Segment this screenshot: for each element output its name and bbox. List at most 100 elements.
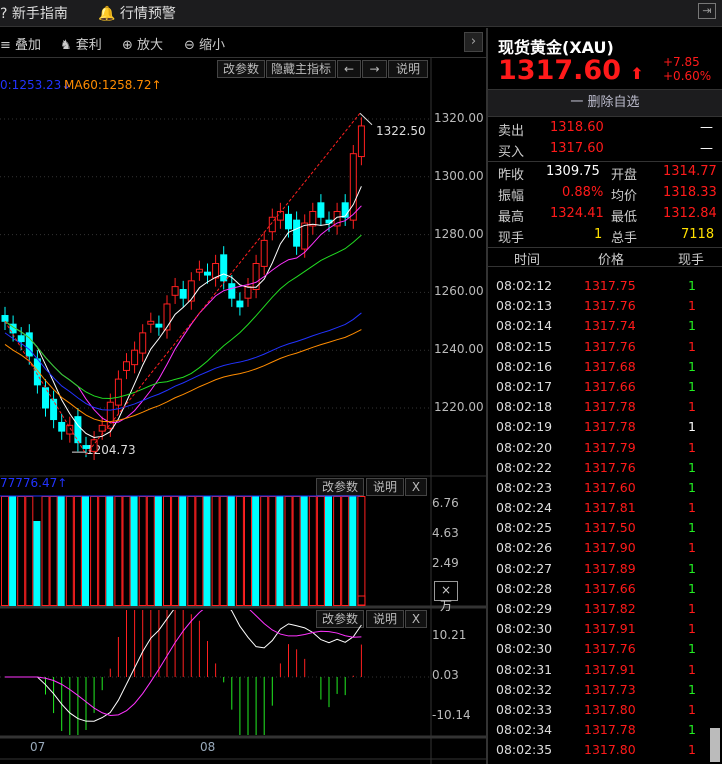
- prev-close-label: 昨收: [498, 168, 525, 183]
- zoom-out-button[interactable]: ⊖ 缩小: [184, 34, 225, 53]
- candle-down: [341, 202, 349, 218]
- tick-volume: 1: [688, 459, 696, 475]
- volume-bar-up: [333, 496, 342, 606]
- volume-bar-up: [138, 496, 147, 606]
- volume-bar-up: [17, 496, 26, 606]
- candle-down: [236, 300, 244, 308]
- volume-bar-down: [82, 496, 89, 606]
- total-volume-label: 总手: [611, 231, 638, 246]
- candle-up: [66, 424, 74, 435]
- tick-volume: 1: [688, 399, 696, 415]
- zoom-in-button[interactable]: ⊕ 放大: [122, 34, 163, 53]
- prev-close-value: 1309.75: [546, 164, 600, 179]
- expand-right-button[interactable]: ›: [464, 32, 483, 52]
- ma20-line: [4, 234, 362, 400]
- sell-volume: —: [700, 120, 713, 135]
- candlestick-chart[interactable]: [0, 58, 432, 478]
- tick-time: 08:02:27: [496, 560, 553, 576]
- volume-bar-up: [235, 496, 244, 606]
- volume-bar-up: [292, 496, 301, 606]
- tick-row: 08:02:35 1317.80 1: [488, 740, 722, 760]
- tick-row: 08:02:16 1317.68 1: [488, 357, 722, 377]
- last-price-value: 1317.60: [498, 55, 621, 86]
- volume-bar-up: [187, 496, 196, 606]
- total-volume-value: 7118: [681, 227, 715, 242]
- volume-bar-up: [357, 595, 366, 606]
- candle-up: [349, 153, 357, 221]
- tick-price: 1317.78: [584, 419, 636, 435]
- tick-row: 08:02:17 1317.66 1: [488, 377, 722, 397]
- tick-volume: 1: [688, 540, 696, 556]
- volume-bar-down: [33, 521, 41, 606]
- ticks-scrollbar[interactable]: [710, 728, 720, 762]
- price-y-tick: 1280.00: [434, 226, 484, 241]
- tick-volume: 1: [688, 479, 696, 495]
- tick-time: 08:02:30: [496, 621, 553, 637]
- candle-down: [317, 202, 325, 218]
- tick-price: 1317.60: [584, 479, 636, 495]
- tick-price: 1317.79: [584, 439, 636, 455]
- tick-volume: 1: [688, 701, 696, 717]
- tick-time: 08:02:16: [496, 358, 553, 374]
- price-y-tick: 1260.00: [434, 284, 484, 299]
- low-label: 最低: [611, 210, 638, 225]
- buy-label: 买入: [498, 145, 525, 160]
- volume-bar-down: [300, 496, 308, 606]
- candle-down: [82, 445, 90, 449]
- buy-price: 1317.60: [550, 141, 604, 156]
- overlay-button[interactable]: ≡ 叠加: [0, 34, 41, 53]
- ticks-list: 08:02:12 1317.75 1 08:02:13 1317.76 1 08:02:14…: [488, 276, 722, 761]
- volume-bar-up: [341, 496, 350, 606]
- top-bar: ? 新手指南 🔔 行情预警 ⇥: [0, 0, 722, 27]
- collapse-panel-button[interactable]: ⇥: [698, 3, 716, 19]
- price-y-tick: 1220.00: [434, 400, 484, 414]
- remove-watchlist-button[interactable]: 一 删除自选: [488, 89, 722, 117]
- volume-header: 现手: [678, 253, 705, 268]
- trend-line: [4, 112, 361, 456]
- candle-up: [123, 361, 130, 371]
- tick-row: 08:02:29 1317.82 1: [488, 599, 722, 619]
- sell-label: 卖出: [498, 124, 525, 139]
- volume-bar-down: [349, 496, 357, 606]
- tick-volume: 1: [688, 641, 696, 657]
- tick-time: 08:02:33: [496, 701, 553, 717]
- volume-bar-up: [316, 496, 325, 606]
- x-axis-label: 07: [30, 740, 46, 754]
- tick-price: 1317.50: [584, 520, 636, 536]
- tick-volume: 1: [688, 500, 696, 516]
- tick-time: 08:02:24: [496, 500, 553, 516]
- volume-bar-down: [130, 496, 138, 606]
- candle-down: [228, 283, 236, 299]
- tick-time: 08:02:22: [496, 459, 553, 475]
- high-label: 最高: [498, 210, 525, 225]
- candle-down: [204, 271, 211, 276]
- guide-link[interactable]: ? 新手指南: [0, 3, 68, 23]
- amplitude-value: 0.88%: [562, 185, 604, 200]
- tick-price: 1317.78: [584, 722, 636, 738]
- candle-down: [58, 421, 66, 432]
- ticks-header: 时间 价格 现手: [488, 247, 722, 268]
- tick-volume: 1: [688, 742, 696, 758]
- avg-label: 均价: [611, 189, 638, 204]
- tick-volume: 1: [688, 621, 696, 637]
- alert-link[interactable]: 🔔 行情预警: [98, 3, 176, 23]
- sell-price: 1318.60: [550, 120, 604, 135]
- tick-price: 1317.91: [584, 621, 636, 637]
- tick-time: 08:02:34: [496, 722, 553, 738]
- tick-price: 1317.80: [584, 701, 636, 717]
- arbitrage-button[interactable]: ♞ 套利: [60, 34, 102, 53]
- tick-row: 08:02:22 1317.76 1: [488, 458, 722, 478]
- tick-volume: 1: [688, 520, 696, 536]
- tick-price: 1317.81: [584, 500, 636, 516]
- volume-bar-down: [154, 496, 162, 606]
- volume-bar-up: [284, 496, 293, 606]
- current-volume-value: 1: [594, 227, 603, 242]
- current-volume-label: 现手: [498, 231, 525, 246]
- candle-down: [50, 398, 58, 421]
- high-value: 1324.41: [550, 206, 604, 221]
- volume-bar-up: [195, 496, 204, 606]
- macd-y-tick: 0.03: [432, 668, 459, 682]
- tick-time: 08:02:20: [496, 439, 553, 455]
- volume-bar-up: [122, 496, 131, 606]
- candle-down: [155, 323, 163, 328]
